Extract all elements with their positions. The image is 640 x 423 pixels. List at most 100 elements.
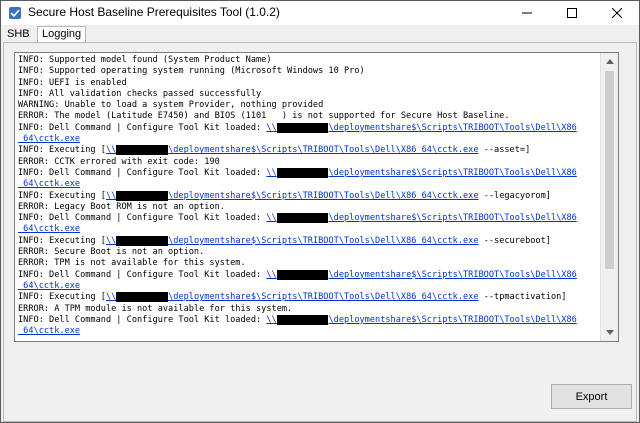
log-line: INFO: Supported operating system running… (18, 66, 610, 77)
log-path-link[interactable]: \\ (106, 145, 116, 155)
redacted-server-name (116, 145, 169, 156)
log-text: ERROR: Secure Boot is not an option. (18, 247, 205, 258)
log-text: INFO: All validation checks passed succe… (18, 88, 262, 99)
log-path-link[interactable]: \\ (266, 213, 276, 223)
export-button[interactable]: Export (551, 384, 632, 409)
log-line: ERROR: Secure Boot is not an option. (18, 247, 610, 258)
log-text: ERROR: Legacy Boot ROM is not an option. (18, 201, 225, 212)
log-line: INFO: Dell Command | Configure Tool Kit … (18, 314, 610, 326)
scroll-down-button[interactable] (601, 324, 618, 341)
log-text: INFO: Dell Command | Configure Tool Kit … (18, 269, 267, 280)
app-icon (9, 7, 21, 19)
redacted-server-name (276, 314, 329, 325)
log-line: INFO: Dell Command | Configure Tool Kit … (18, 167, 610, 179)
log-line: INFO: Dell Command | Configure Tool Kit … (18, 213, 610, 224)
log-text: INFO: Supported model found (System Prod… (18, 55, 272, 65)
log-text: --tpmactivation] (478, 292, 567, 303)
log-line: _64\cctk.exe (18, 224, 610, 235)
log-path-link[interactable]: \deploymentshare$\Scripts\TRIBOOT\Tools\… (168, 191, 478, 201)
redacted-server-name (116, 235, 169, 246)
log-textbox[interactable]: INFO: Supported model found (System Prod… (14, 52, 619, 342)
log-text: ERROR: TPM is not available for this sys… (18, 258, 246, 269)
log-line: INFO: Dell Command | Configure Tool Kit … (18, 269, 610, 281)
close-button[interactable] (594, 1, 639, 25)
redacted-server-name (276, 213, 329, 224)
log-text: ERROR: The model (Latitude E7450) and BI… (18, 111, 510, 122)
log-text: INFO: Supported operating system running… (18, 66, 365, 77)
redacted-server-name (116, 292, 169, 303)
log-path-link[interactable]: \deploymentshare$\Scripts\TRIBOOT\Tools\… (328, 123, 576, 133)
log-text: INFO: Dell Command | Configure Tool Kit … (18, 122, 267, 133)
log-text: INFO: Executing [ (18, 292, 106, 303)
log-text: INFO: Executing [ (18, 145, 106, 156)
log-text: INFO: Dell Command | Configure Tool Kit … (18, 314, 267, 325)
redacted-server-name (276, 269, 329, 280)
log-path-link[interactable]: \deploymentshare$\Scripts\TRIBOOT\Tools\… (328, 315, 576, 325)
log-path-link[interactable]: _64\cctk.exe (18, 179, 80, 189)
log-text: INFO: Dell Command | Configure Tool Kit … (18, 167, 267, 178)
log-text: ERROR: CCTK errored with exit code: 190 (18, 156, 220, 167)
redacted-server-name (116, 190, 169, 201)
log-path-link[interactable]: _64\cctk.exe (18, 224, 80, 234)
log-text: --asset=] (478, 145, 531, 156)
maximize-button[interactable] (549, 1, 594, 25)
log-path-link[interactable]: _64\cctk.exe (18, 134, 80, 144)
scroll-up-button[interactable] (601, 53, 618, 70)
log-line: INFO: Executing [\\ \deploymentshare$\Sc… (18, 292, 610, 303)
log-path-link[interactable]: \deploymentshare$\Scripts\TRIBOOT\Tools\… (328, 168, 576, 178)
log-line: ERROR: CCTK errored with exit code: 190 (18, 157, 610, 168)
tab-logging[interactable]: Logging (37, 26, 87, 43)
log-path-link[interactable]: \\ (266, 123, 276, 133)
tab-bar: SHB Logging (1, 25, 639, 43)
log-text: --secureboot] (478, 235, 551, 246)
log-line: ERROR: Legacy Boot ROM is not an option. (18, 202, 610, 213)
log-path-link[interactable]: \deploymentshare$\Scripts\TRIBOOT\Tools\… (168, 145, 478, 155)
log-path-link[interactable]: _64\cctk.exe (18, 281, 80, 291)
log-path-link[interactable]: \\ (266, 270, 276, 280)
log-path-link[interactable]: \\ (106, 292, 116, 302)
minimize-icon (521, 12, 532, 14)
log-line: INFO: Supported model found (System Prod… (18, 55, 610, 66)
minimize-button[interactable] (504, 1, 549, 25)
log-line: ERROR: The model (Latitude E7450) and BI… (18, 111, 610, 122)
log-line: INFO: All validation checks passed succe… (18, 89, 610, 100)
maximize-icon (566, 8, 577, 18)
log-path-link[interactable]: \deploymentshare$\Scripts\TRIBOOT\Tools\… (168, 292, 478, 302)
close-icon (611, 8, 622, 18)
log-path-link[interactable]: \\ (106, 191, 116, 201)
log-line: ERROR: A TPM module is not available for… (18, 304, 610, 315)
log-text: WARNING: Unable to load a system Provide… (18, 100, 324, 111)
log-text: ERROR: A TPM module is not available for… (18, 303, 293, 314)
scroll-thumb[interactable] (605, 71, 614, 269)
log-line: _64\cctk.exe (18, 134, 610, 145)
log-text: INFO: Executing [ (18, 190, 106, 201)
redacted-server-name (276, 122, 329, 133)
log-line: INFO: Executing [\\ \deploymentshare$\Sc… (18, 190, 610, 202)
logging-tab-page: INFO: Supported model found (System Prod… (3, 42, 637, 422)
log-line: INFO: UEFI is enabled (18, 78, 610, 89)
log-path-link[interactable]: \deploymentshare$\Scripts\TRIBOOT\Tools\… (168, 236, 478, 246)
log-path-link[interactable]: \\ (266, 168, 276, 178)
log-path-link[interactable]: _64\cctk.exe (18, 326, 80, 336)
log-path-link[interactable]: \deploymentshare$\Scripts\TRIBOOT\Tools\… (328, 270, 576, 280)
log-text: INFO: Executing [ (18, 235, 106, 246)
window-title: Secure Host Baseline Prerequisites Tool … (28, 5, 280, 19)
log-path-link[interactable]: \\ (106, 236, 116, 246)
log-line: _64\cctk.exe (18, 326, 610, 337)
log-line: WARNING: Unable to load a system Provide… (18, 100, 610, 111)
log-line: INFO: Dell Command | Configure Tool Kit … (18, 122, 610, 134)
log-path-link[interactable]: \\ (266, 315, 276, 325)
log-line: INFO: Executing [\\ \deploymentshare$\Sc… (18, 235, 610, 247)
scroll-down-arrow-icon (605, 330, 614, 335)
log-line: INFO: Executing [\\ \deploymentshare$\Sc… (18, 145, 610, 156)
log-text: INFO: UEFI is enabled (18, 77, 127, 88)
title-bar[interactable]: Secure Host Baseline Prerequisites Tool … (1, 1, 639, 25)
app-window: Secure Host Baseline Prerequisites Tool … (0, 0, 640, 423)
log-path-link[interactable]: \deploymentshare$\Scripts\TRIBOOT\Tools\… (328, 213, 576, 223)
vertical-scrollbar[interactable] (600, 53, 618, 341)
tab-shb[interactable]: SHB (3, 27, 34, 42)
log-text: --legacyorom] (478, 190, 551, 201)
redacted-server-name (276, 167, 329, 178)
log-line: ERROR: TPM is not available for this sys… (18, 258, 610, 269)
log-line: _64\cctk.exe (18, 179, 610, 190)
